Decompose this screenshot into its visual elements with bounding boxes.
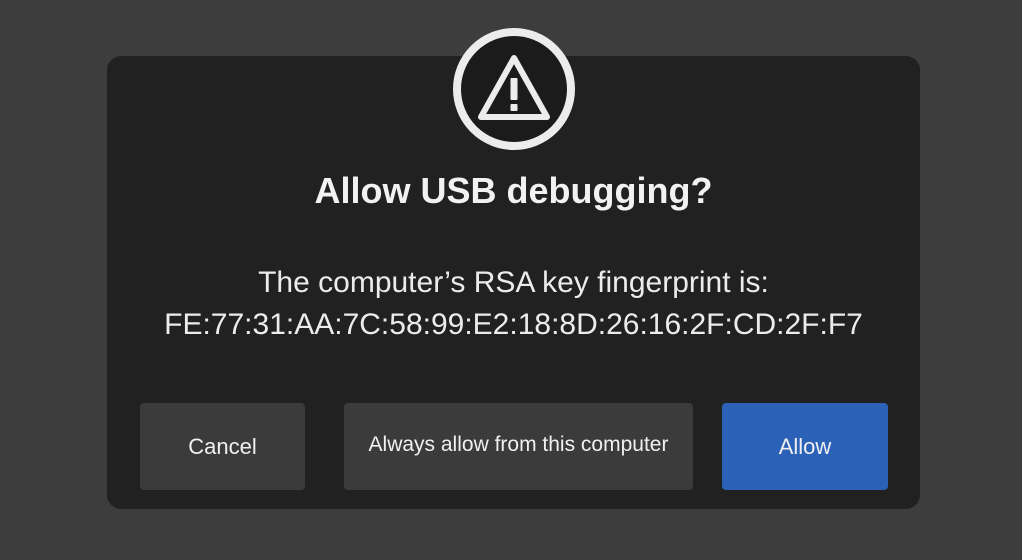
dialog-message: The computer’s RSA key fingerprint is: F… — [107, 262, 920, 346]
dialog-title: Allow USB debugging? — [314, 170, 713, 211]
warning-icon — [453, 28, 575, 150]
always-allow-button[interactable]: Always allow from this computer — [344, 403, 693, 490]
rsa-fingerprint: FE:77:31:AA:7C:58:99:E2:18:8D:26:16:2F:C… — [164, 308, 863, 341]
allow-button[interactable]: Allow — [722, 403, 888, 490]
warning-triangle-icon — [478, 55, 550, 120]
fingerprint-label: The computer’s RSA key fingerprint is: — [258, 266, 769, 299]
cancel-button[interactable]: Cancel — [140, 403, 305, 490]
